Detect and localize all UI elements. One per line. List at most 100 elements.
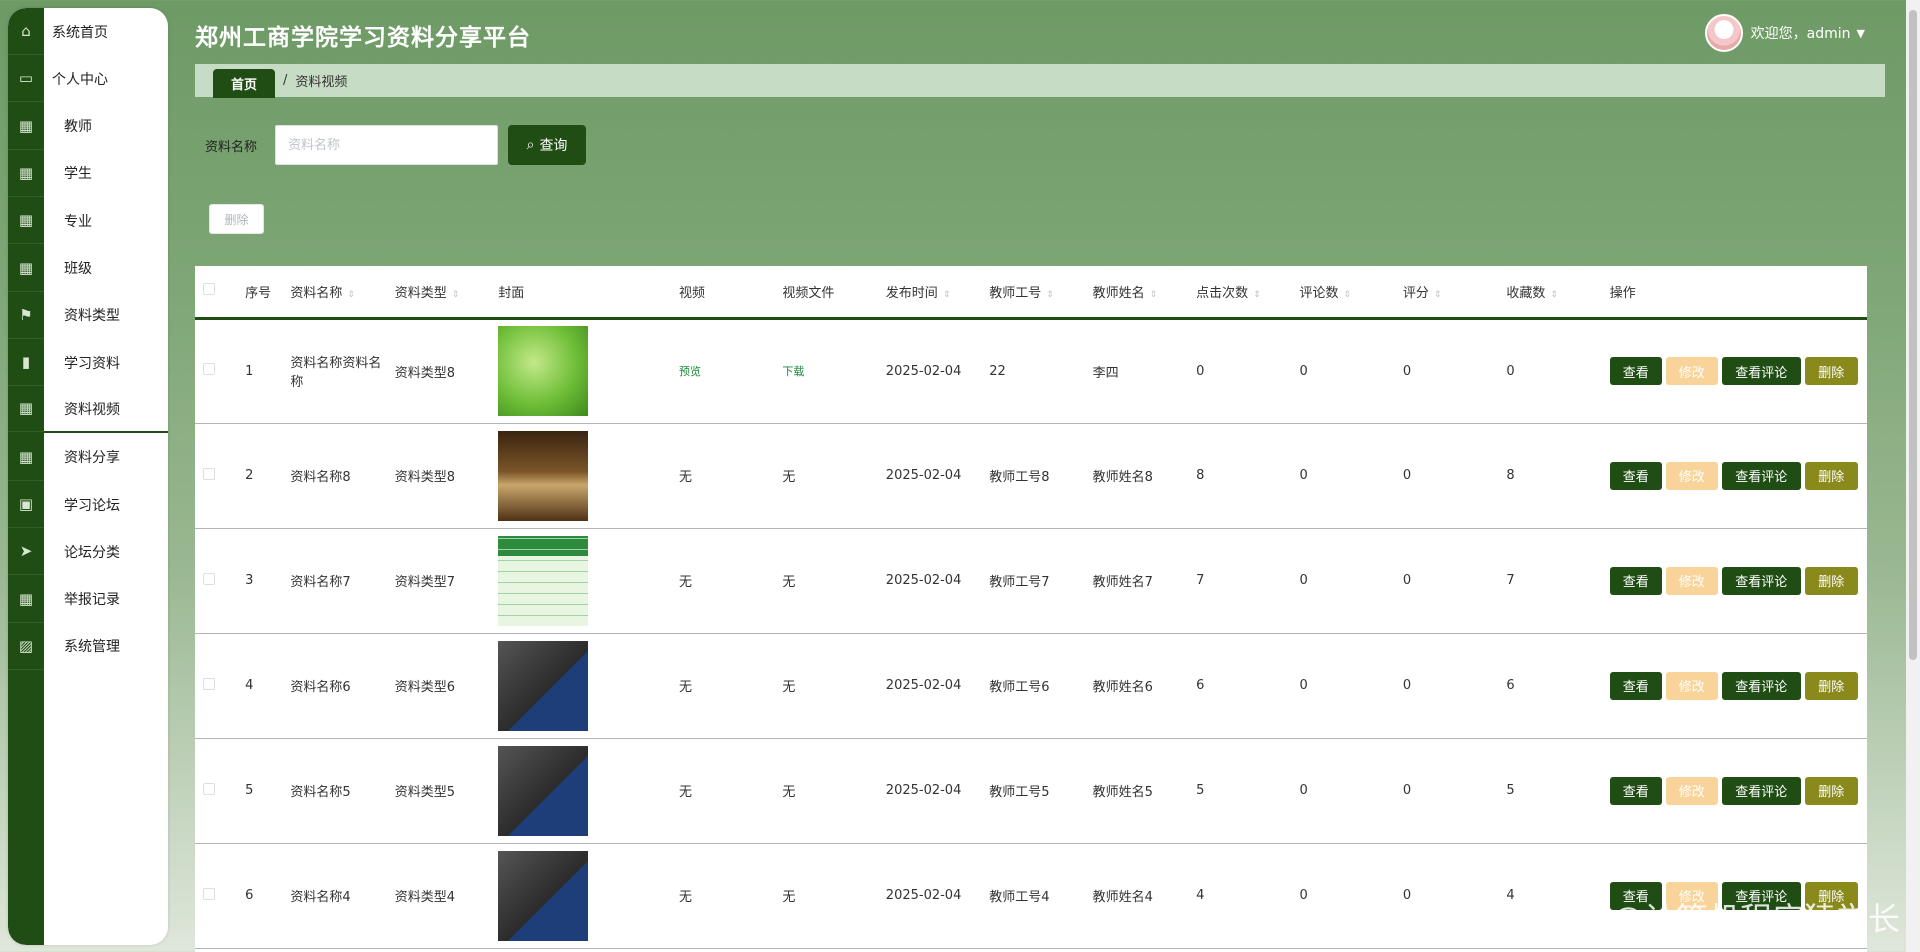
view-comments-button[interactable]: 查看评论 bbox=[1721, 357, 1801, 385]
sort-icon[interactable]: ⇕ bbox=[1344, 290, 1352, 300]
video-file[interactable]: 下载 bbox=[782, 365, 804, 378]
sidebar-item-13[interactable]: ▨ 系统管理 bbox=[8, 623, 168, 670]
view-button[interactable]: 查看 bbox=[1609, 357, 1662, 385]
row-checkbox[interactable] bbox=[203, 363, 215, 375]
grid-icon: ▦ bbox=[8, 576, 44, 623]
column-header-label: 封面 bbox=[498, 285, 525, 301]
teacher-name: 教师姓名5 bbox=[1092, 785, 1153, 800]
sidebar-item-9[interactable]: ▦ 资料分享 bbox=[8, 434, 168, 481]
view-comments-button[interactable]: 查看评论 bbox=[1721, 566, 1801, 595]
sidebar-item-10[interactable]: ▣ 学习论坛 bbox=[8, 481, 168, 528]
video-preview: 无 bbox=[678, 785, 692, 800]
sidebar-item-11[interactable]: ➤ 论坛分类 bbox=[8, 528, 168, 576]
video-preview[interactable]: 预览 bbox=[679, 365, 701, 378]
sort-icon[interactable]: ⇕ bbox=[1150, 290, 1158, 300]
sidebar-item-1[interactable]: ▭ 个人中心 bbox=[8, 55, 168, 103]
comment-count: 0 bbox=[1299, 783, 1308, 798]
view-comments-button[interactable]: 查看评论 bbox=[1721, 776, 1801, 805]
sidebar-item-12[interactable]: ▦ 举报记录 bbox=[8, 576, 168, 623]
video-file: 无 bbox=[782, 785, 796, 800]
row-checkbox[interactable] bbox=[203, 677, 215, 690]
edit-button[interactable]: 修改 bbox=[1665, 461, 1718, 490]
search-icon: ⌕ bbox=[526, 137, 535, 153]
batch-delete-button[interactable]: 删除 bbox=[209, 204, 264, 234]
row-actions: 查看 修改 查看评论 删除 bbox=[1609, 671, 1867, 700]
sort-icon[interactable]: ⇕ bbox=[943, 290, 951, 300]
sort-icon[interactable]: ⇕ bbox=[1046, 290, 1054, 300]
edit-button[interactable]: 修改 bbox=[1665, 776, 1718, 805]
sidebar-item-2[interactable]: ▦ 教师 bbox=[8, 103, 168, 150]
column-header-label: 操作 bbox=[1609, 285, 1636, 301]
column-header[interactable]: 资料类型 ⇕ bbox=[387, 266, 490, 318]
sidebar-item-7[interactable]: ▮ 学习资料 bbox=[8, 339, 168, 387]
delete-button[interactable]: 删除 bbox=[1804, 357, 1858, 385]
scrollbar[interactable] bbox=[1906, 0, 1920, 952]
column-header-label: 评论数 bbox=[1299, 285, 1339, 301]
view-comments-button[interactable]: 查看评论 bbox=[1721, 461, 1801, 490]
sidebar-item-3[interactable]: ▦ 学生 bbox=[8, 150, 168, 197]
column-header[interactable]: 教师工号 ⇕ bbox=[981, 266, 1084, 318]
column-header[interactable]: 评分 ⇕ bbox=[1395, 266, 1498, 318]
select-all-checkbox[interactable] bbox=[203, 283, 215, 296]
video-file: 无 bbox=[782, 575, 796, 590]
sort-icon[interactable]: ⇕ bbox=[1253, 290, 1261, 300]
cover-image bbox=[498, 326, 589, 416]
column-header[interactable]: 资料名称 ⇕ bbox=[282, 266, 386, 318]
teacher-id: 教师工号6 bbox=[989, 680, 1050, 695]
view-button[interactable]: 查看 bbox=[1609, 671, 1662, 700]
view-button[interactable]: 查看 bbox=[1609, 461, 1662, 490]
click-count: 7 bbox=[1196, 573, 1205, 588]
sidebar-item-label: 专业 bbox=[64, 213, 92, 230]
row-actions: 查看 修改 查看评论 删除 bbox=[1609, 566, 1867, 595]
sidebar-item-6[interactable]: ⚑ 资料类型 bbox=[8, 292, 168, 339]
column-header: 视频文件 bbox=[774, 266, 877, 318]
edit-button[interactable]: 修改 bbox=[1665, 357, 1718, 385]
row-index: 6 bbox=[245, 888, 254, 903]
table-header-row: 序号 资料名称 ⇕ 资料类型 ⇕ 封面 视频 视频文件 发布时间 ⇕ 教师工号 ⇕ 教师姓名 ⇕ 点击次数 ⇕… bbox=[195, 266, 1867, 318]
sidebar-item-0[interactable]: ⌂ 系统首页 bbox=[8, 8, 168, 55]
row-checkbox[interactable] bbox=[203, 467, 215, 480]
column-header[interactable]: 点击次数 ⇕ bbox=[1188, 266, 1291, 318]
sidebar-item-4[interactable]: ▦ 专业 bbox=[8, 197, 168, 245]
sidebar-item-8[interactable]: ▦ 资料视频 bbox=[8, 386, 168, 434]
edit-button[interactable]: 修改 bbox=[1665, 566, 1718, 595]
delete-button[interactable]: 删除 bbox=[1804, 671, 1858, 700]
comment-count: 0 bbox=[1299, 678, 1308, 693]
row-checkbox[interactable] bbox=[203, 572, 215, 585]
view-comments-button[interactable]: 查看评论 bbox=[1721, 671, 1801, 700]
scrollbar-thumb[interactable] bbox=[1909, 10, 1917, 660]
column-header[interactable]: 教师姓名 ⇕ bbox=[1085, 266, 1188, 318]
sort-icon[interactable]: ⇕ bbox=[1550, 290, 1558, 300]
sidebar-item-label: 班级 bbox=[64, 261, 92, 277]
search-input[interactable] bbox=[275, 125, 499, 165]
breadcrumb-home[interactable]: 首页 bbox=[213, 69, 276, 98]
avatar[interactable] bbox=[1704, 14, 1743, 52]
view-button[interactable]: 查看 bbox=[1609, 776, 1662, 805]
column-header[interactable]: 收藏数 ⇕ bbox=[1498, 266, 1601, 318]
search-button[interactable]: ⌕ 查询 bbox=[508, 125, 587, 165]
user-menu[interactable]: 欢迎您，admin ▼ bbox=[1704, 14, 1865, 52]
sidebar-item-5[interactable]: ▦ 班级 bbox=[8, 245, 168, 292]
column-header-label: 序号 bbox=[245, 285, 272, 301]
delete-button[interactable]: 删除 bbox=[1804, 566, 1858, 595]
material-name: 资料名称4 bbox=[290, 890, 351, 905]
view-button[interactable]: 查看 bbox=[1609, 566, 1662, 595]
delete-button[interactable]: 删除 bbox=[1804, 461, 1858, 490]
grid-icon: ▦ bbox=[8, 150, 44, 197]
sort-icon[interactable]: ⇕ bbox=[1434, 290, 1442, 300]
edit-button[interactable]: 修改 bbox=[1665, 671, 1718, 700]
delete-button[interactable]: 删除 bbox=[1804, 776, 1858, 805]
row-checkbox[interactable] bbox=[203, 887, 215, 900]
column-header[interactable]: 发布时间 ⇕ bbox=[878, 266, 981, 318]
row-index: 2 bbox=[245, 468, 254, 483]
sort-icon[interactable]: ⇕ bbox=[452, 290, 460, 300]
row-index: 1 bbox=[245, 363, 254, 379]
sort-icon[interactable]: ⇕ bbox=[347, 290, 355, 300]
teacher-id: 教师工号8 bbox=[989, 470, 1050, 485]
row-checkbox[interactable] bbox=[203, 782, 215, 795]
column-header[interactable]: 评论数 ⇕ bbox=[1291, 266, 1394, 318]
chevron-down-icon[interactable]: ▼ bbox=[1857, 27, 1865, 40]
sidebar-item-label: 资料视频 bbox=[64, 401, 120, 418]
teacher-name: 教师姓名6 bbox=[1092, 680, 1153, 695]
cover-image bbox=[498, 430, 589, 521]
